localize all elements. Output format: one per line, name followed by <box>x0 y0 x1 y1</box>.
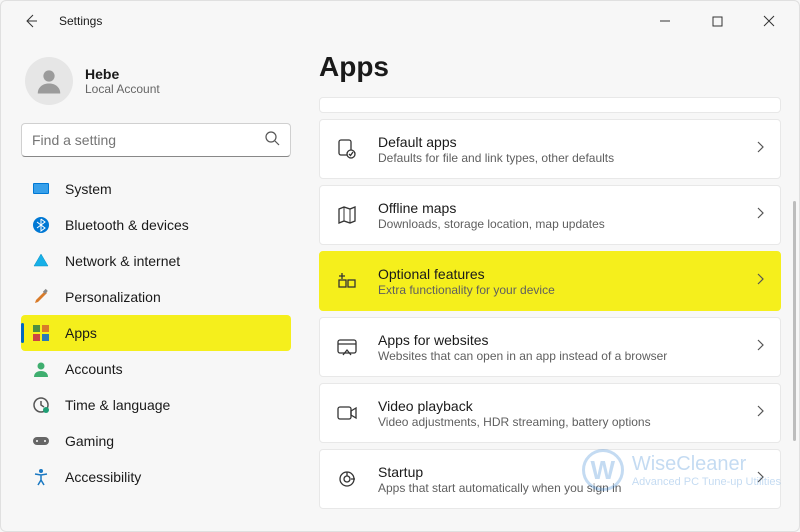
apps-icon <box>31 323 51 343</box>
card-startup[interactable]: Startup Apps that start automatically wh… <box>319 449 781 509</box>
sidebar-item-label: Gaming <box>65 433 114 449</box>
card-title: Video playback <box>378 398 754 414</box>
close-button[interactable] <box>747 5 791 37</box>
sidebar-item-system[interactable]: System <box>21 171 291 207</box>
sidebar-item-bluetooth[interactable]: Bluetooth & devices <box>21 207 291 243</box>
gamepad-icon <box>31 431 51 451</box>
sidebar-item-time-language[interactable]: Time & language <box>21 387 291 423</box>
minimize-button[interactable] <box>643 5 687 37</box>
chevron-right-icon <box>754 470 766 488</box>
card-title: Startup <box>378 464 754 480</box>
sidebar-item-personalization[interactable]: Personalization <box>21 279 291 315</box>
default-apps-icon <box>334 136 360 162</box>
page-title: Apps <box>319 51 781 83</box>
account-name: Hebe <box>85 66 160 82</box>
titlebar: Settings <box>1 1 799 41</box>
sidebar-item-label: System <box>65 181 112 197</box>
minimize-icon <box>659 15 671 27</box>
paintbrush-icon <box>31 287 51 307</box>
sidebar-item-gaming[interactable]: Gaming <box>21 423 291 459</box>
settings-cards: Default apps Defaults for file and link … <box>319 97 781 509</box>
card-sub: Defaults for file and link types, other … <box>378 151 754 165</box>
sidebar-item-accounts[interactable]: Accounts <box>21 351 291 387</box>
card-partial-top[interactable] <box>319 97 781 113</box>
sidebar: Hebe Local Account System Bluetooth & de… <box>1 41 301 531</box>
chevron-right-icon <box>754 338 766 356</box>
sidebar-item-label: Accessibility <box>65 469 141 485</box>
window-controls <box>643 5 791 37</box>
card-offline-maps[interactable]: Offline maps Downloads, storage location… <box>319 185 781 245</box>
card-default-apps[interactable]: Default apps Defaults for file and link … <box>319 119 781 179</box>
arrow-left-icon <box>23 13 39 29</box>
search-icon <box>264 130 280 151</box>
bluetooth-icon <box>31 215 51 235</box>
chevron-right-icon <box>754 272 766 290</box>
window-title: Settings <box>59 14 102 28</box>
card-optional-features[interactable]: Optional features Extra functionality fo… <box>319 251 781 311</box>
card-sub: Apps that start automatically when you s… <box>378 481 754 495</box>
sidebar-item-label: Accounts <box>65 361 123 377</box>
chevron-right-icon <box>754 404 766 422</box>
card-title: Offline maps <box>378 200 754 216</box>
close-icon <box>763 15 775 27</box>
display-icon <box>31 179 51 199</box>
avatar <box>25 57 73 105</box>
map-icon <box>334 202 360 228</box>
apps-websites-icon <box>334 334 360 360</box>
sidebar-item-label: Network & internet <box>65 253 180 269</box>
person-icon <box>31 359 51 379</box>
chevron-right-icon <box>754 140 766 158</box>
card-sub: Extra functionality for your device <box>378 283 754 297</box>
maximize-icon <box>712 16 723 27</box>
sidebar-item-label: Personalization <box>65 289 161 305</box>
back-button[interactable] <box>15 5 47 37</box>
features-icon <box>334 268 360 294</box>
wifi-icon <box>31 251 51 271</box>
card-title: Optional features <box>378 266 754 282</box>
person-icon <box>34 66 64 96</box>
card-sub: Websites that can open in an app instead… <box>378 349 754 363</box>
card-title: Apps for websites <box>378 332 754 348</box>
chevron-right-icon <box>754 206 766 224</box>
card-apps-for-websites[interactable]: Apps for websites Websites that can open… <box>319 317 781 377</box>
sidebar-item-accessibility[interactable]: Accessibility <box>21 459 291 495</box>
video-icon <box>334 400 360 426</box>
sidebar-nav: System Bluetooth & devices Network & int… <box>21 171 291 495</box>
main-panel: Apps Default apps Defaults for file and … <box>301 41 799 531</box>
scrollbar[interactable] <box>793 201 796 441</box>
sidebar-item-apps[interactable]: Apps <box>21 315 291 351</box>
card-sub: Video adjustments, HDR streaming, batter… <box>378 415 754 429</box>
search-box[interactable] <box>21 123 291 157</box>
maximize-button[interactable] <box>695 5 739 37</box>
card-video-playback[interactable]: Video playback Video adjustments, HDR st… <box>319 383 781 443</box>
search-input[interactable] <box>32 132 264 148</box>
sidebar-item-label: Bluetooth & devices <box>65 217 189 233</box>
account-sub: Local Account <box>85 82 160 96</box>
accessibility-icon <box>31 467 51 487</box>
card-title: Default apps <box>378 134 754 150</box>
startup-icon <box>334 466 360 492</box>
sidebar-item-network[interactable]: Network & internet <box>21 243 291 279</box>
sidebar-item-label: Apps <box>65 325 97 341</box>
sidebar-item-label: Time & language <box>65 397 170 413</box>
card-sub: Downloads, storage location, map updates <box>378 217 754 231</box>
account-block[interactable]: Hebe Local Account <box>25 57 291 105</box>
clock-icon <box>31 395 51 415</box>
